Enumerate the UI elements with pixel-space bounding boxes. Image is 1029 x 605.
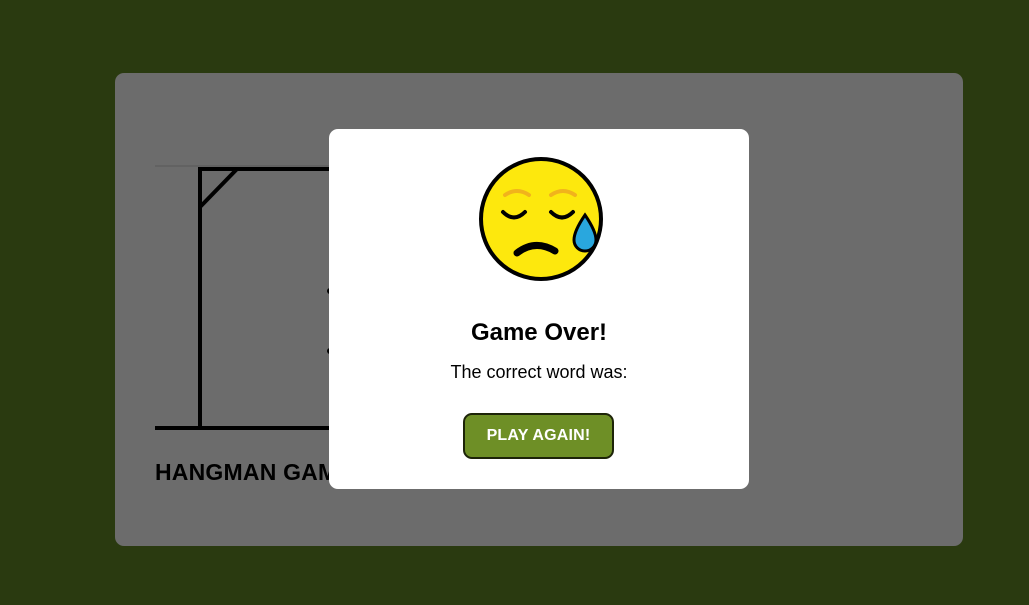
correct-word-message: The correct word was: bbox=[450, 362, 628, 382]
game-over-modal: Game Over! The correct word was: PLAY AG… bbox=[329, 129, 749, 489]
game-title: HANGMAN GAME bbox=[155, 459, 353, 485]
play-again-button[interactable]: PLAY AGAIN! bbox=[463, 413, 614, 459]
sad-crying-face-icon bbox=[479, 157, 603, 281]
correct-word-label: The correct word was: bbox=[329, 362, 749, 383]
modal-title: Game Over! bbox=[470, 319, 608, 346]
